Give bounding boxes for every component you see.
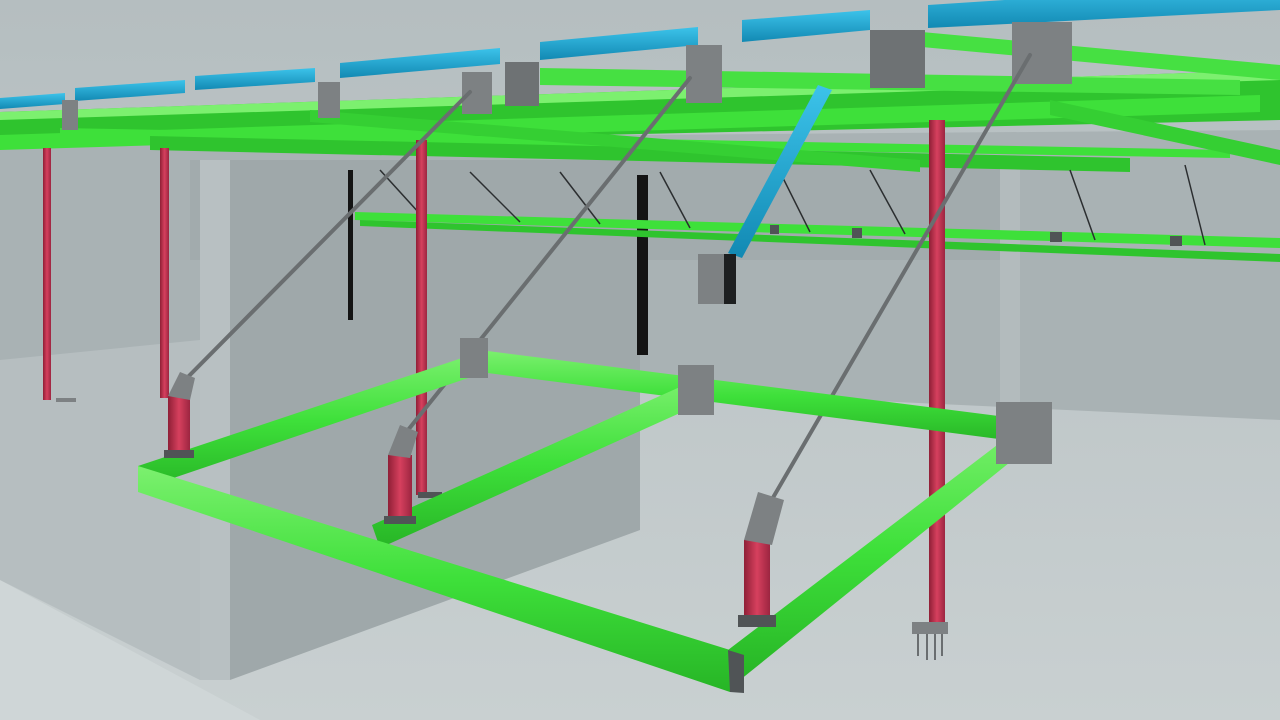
black-post: [348, 170, 353, 320]
connection-plate: [62, 100, 78, 130]
tall-column: [929, 120, 945, 625]
tall-column: [416, 140, 427, 495]
frame-plate: [996, 402, 1052, 464]
short-post: [388, 455, 412, 521]
short-post: [168, 396, 190, 454]
model-viewport[interactable]: [0, 0, 1280, 720]
connection-plate: [686, 45, 722, 103]
connection-plate: [870, 30, 925, 88]
tall-column: [43, 148, 51, 400]
wall-pier-left: [200, 160, 230, 680]
connection-plate: [505, 62, 539, 106]
connection-plate: [318, 82, 340, 118]
black-post: [637, 175, 648, 355]
frame-plate: [678, 365, 714, 415]
connection-plate: [1012, 22, 1072, 84]
structure-scene: [0, 0, 1280, 720]
wall-pier-right: [1000, 160, 1020, 420]
short-post: [744, 540, 770, 620]
tall-column: [160, 148, 169, 398]
column-base-plate: [912, 622, 948, 634]
frame-plate: [460, 338, 488, 378]
